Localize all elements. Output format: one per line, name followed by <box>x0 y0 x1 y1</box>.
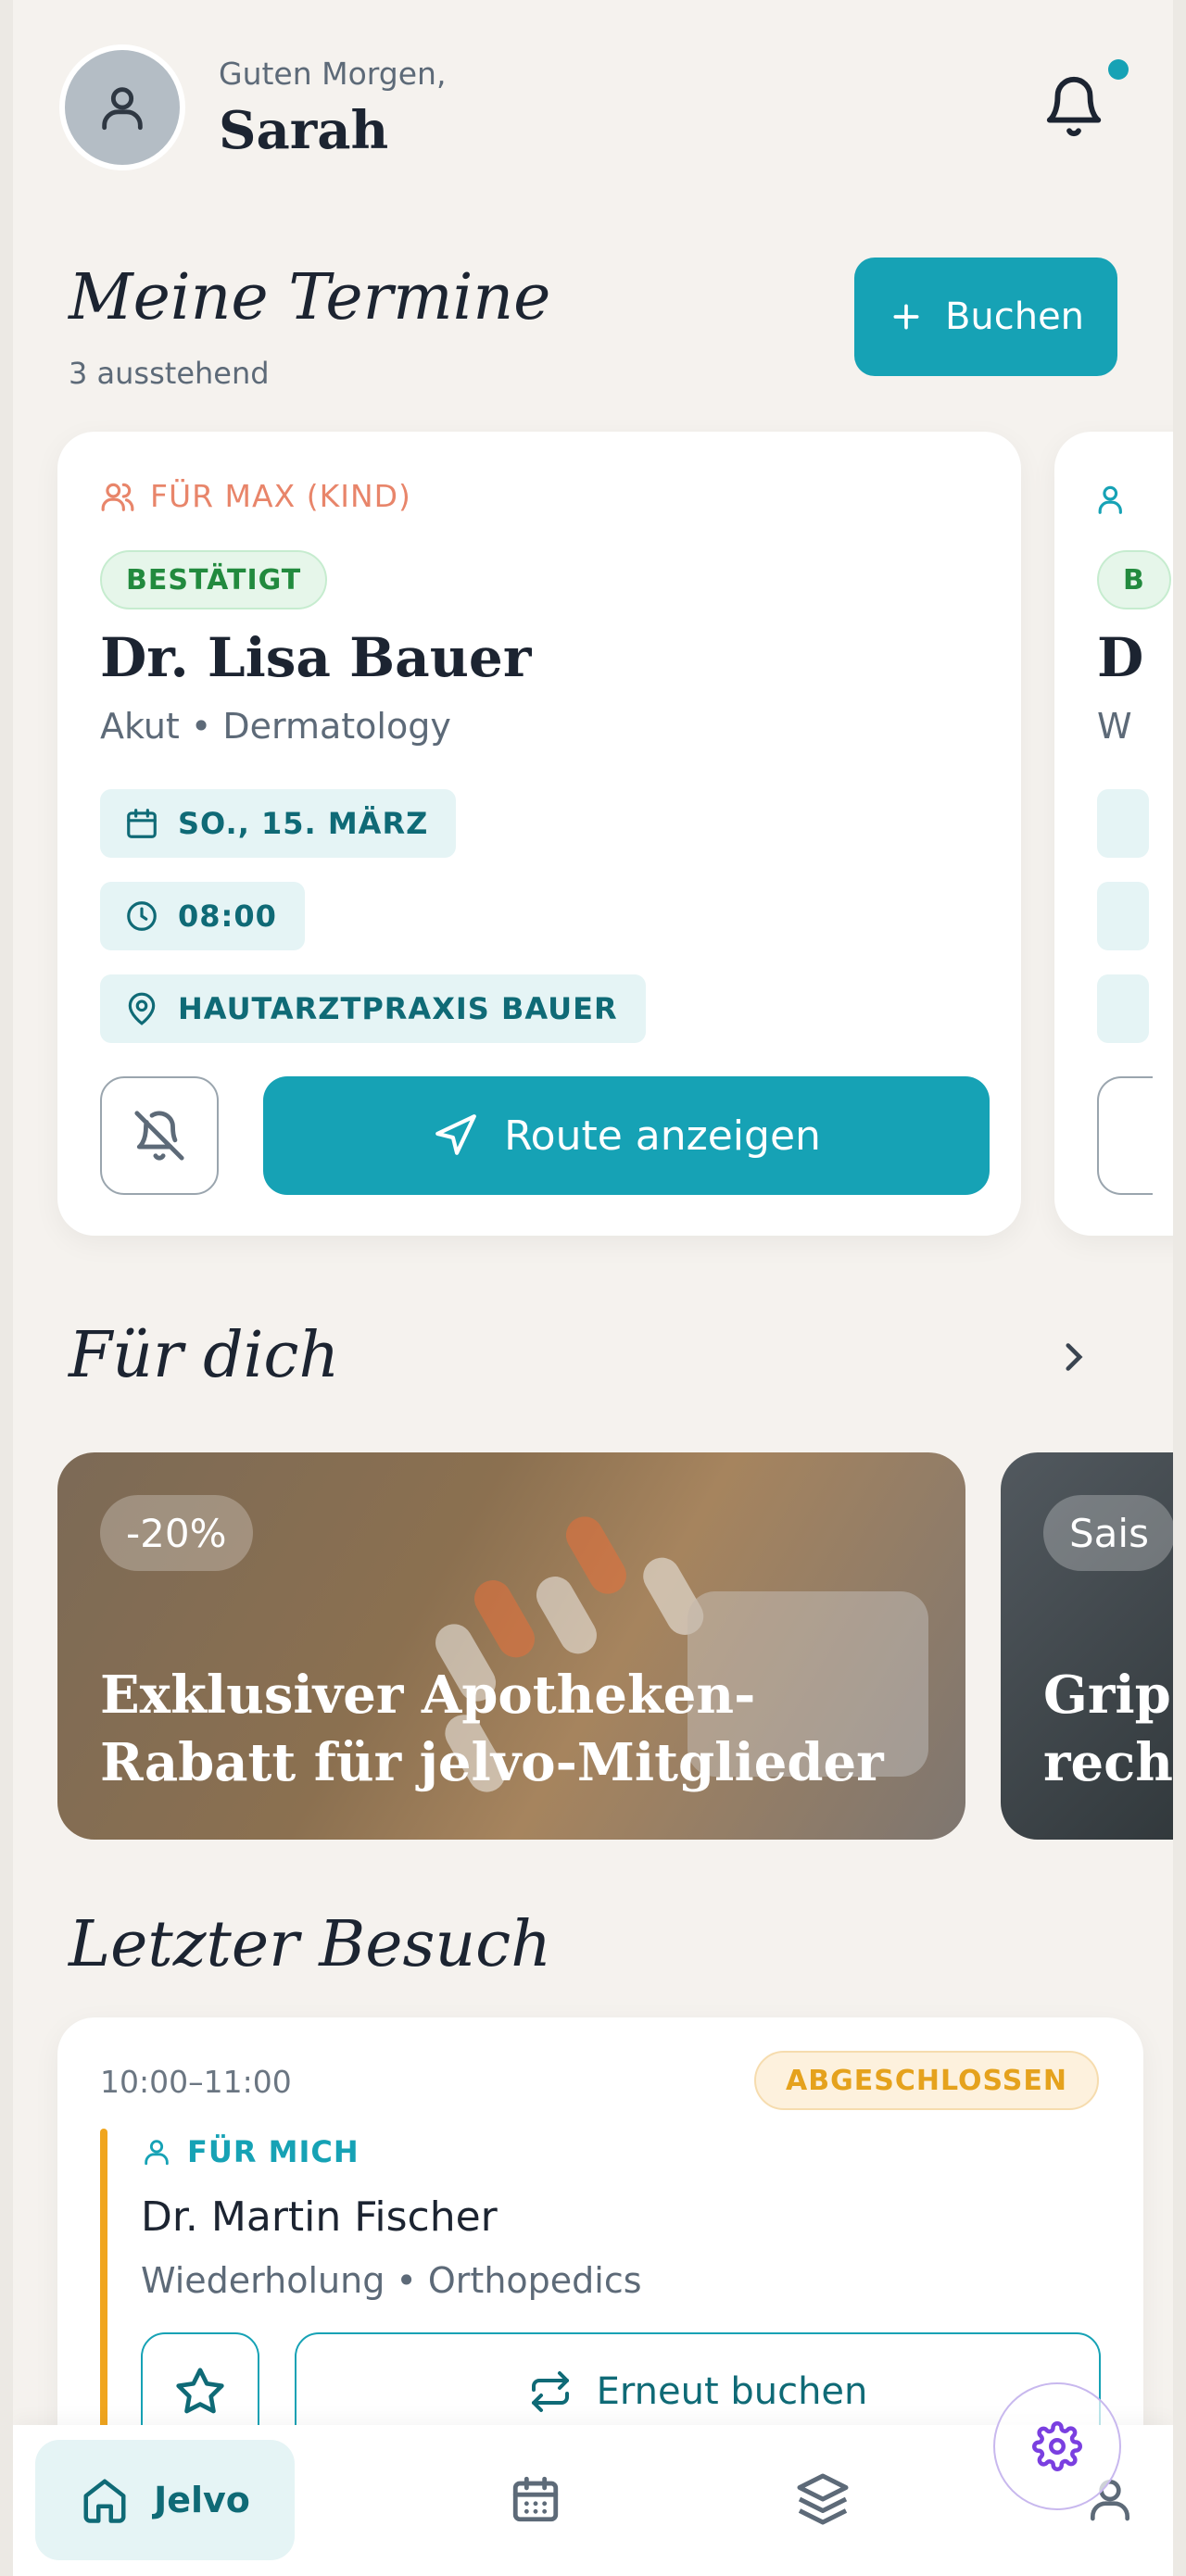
for-you-title: Für dich <box>69 1319 340 1392</box>
appointments-pending: 3 ausstehend <box>69 356 270 391</box>
appointment-card[interactable]: FÜR MAX (KIND) BESTÄTIGT Dr. Lisa Bauer … <box>57 432 1021 1236</box>
avatar[interactable] <box>59 44 185 170</box>
book-button-label: Buchen <box>944 295 1085 338</box>
layers-icon <box>797 2473 849 2525</box>
star-icon <box>176 2368 224 2414</box>
greeting: Guten Morgen, <box>219 56 447 92</box>
promo-badge: Sais <box>1043 1495 1173 1571</box>
bell-off-icon <box>134 1111 184 1161</box>
user-name: Sarah <box>219 100 389 161</box>
status-badge: B <box>1097 550 1171 609</box>
appointment-card-next[interactable]: B D W <box>1054 432 1173 1236</box>
date-label: SO., 15. MÄRZ <box>178 806 429 841</box>
visit-time: 10:00–11:00 <box>100 2064 292 2100</box>
doctor-name: D <box>1097 626 1144 689</box>
app-screen: Guten Morgen, Sarah Meine Termine 3 auss… <box>13 0 1173 2576</box>
calendar-icon <box>127 809 157 838</box>
calendar-icon <box>512 2476 559 2522</box>
location-chip <box>1097 974 1149 1043</box>
promo-card[interactable]: Sais Grip rech <box>1001 1452 1173 1840</box>
doctor-specialty: W <box>1097 706 1132 747</box>
map-pin-icon <box>128 992 156 1025</box>
time-chip <box>1097 882 1149 950</box>
nav-home[interactable]: Jelvo <box>35 2440 295 2560</box>
time-chip: 08:00 <box>100 882 305 950</box>
appointment-patient: FÜR MAX (KIND) <box>100 478 411 514</box>
user-icon <box>145 2140 169 2166</box>
location-label: HAUTARZTPRAXIS BAUER <box>178 991 618 1026</box>
promo-badge: -20% <box>100 1495 253 1571</box>
clock-icon <box>127 901 157 931</box>
user-icon <box>102 87 143 131</box>
home-icon <box>83 2479 126 2523</box>
mute-reminder-button[interactable] <box>100 1076 219 1195</box>
promo-title: Grip rech <box>1043 1665 1173 1794</box>
location-chip: HAUTARZTPRAXIS BAUER <box>100 974 646 1043</box>
time-label: 08:00 <box>178 898 277 934</box>
chevron-right-icon <box>1066 1343 1083 1371</box>
for-you-more-button[interactable] <box>1051 1334 1097 1384</box>
notifications-button[interactable] <box>1041 74 1106 139</box>
doctor-specialty: Akut • Dermatology <box>100 706 451 747</box>
show-route-label: Route anzeigen <box>504 1112 821 1160</box>
nav-calendar[interactable] <box>498 2462 573 2536</box>
settings-fab[interactable] <box>993 2382 1121 2510</box>
doctor-name: Dr. Lisa Bauer <box>100 626 532 689</box>
users-icon <box>101 483 134 511</box>
plus-icon <box>893 304 919 330</box>
nav-home-label: Jelvo <box>154 2480 250 2520</box>
promo-title: Exklusiver Apotheken-Rabatt für jelvo-Mi… <box>100 1665 884 1794</box>
date-chip: SO., 15. MÄRZ <box>100 789 457 858</box>
users-icon <box>1097 482 1132 521</box>
show-route-button[interactable]: Route anzeigen <box>263 1076 990 1195</box>
notification-dot <box>1108 59 1129 80</box>
appointment-patient-label: FÜR MAX (KIND) <box>150 478 411 514</box>
doctor-name: Dr. Martin Fischer <box>141 2193 498 2241</box>
status-badge: BESTÄTIGT <box>100 550 328 609</box>
status-badge: ABGESCHLOSSEN <box>754 2051 1099 2110</box>
nav-layers[interactable] <box>786 2462 860 2536</box>
doctor-specialty: Wiederholung • Orthopedics <box>141 2260 642 2301</box>
book-button[interactable]: Buchen <box>854 258 1117 376</box>
rebook-label: Erneut buchen <box>596 2370 868 2413</box>
bell-icon <box>1046 76 1102 137</box>
visit-patient-label: FÜR MICH <box>187 2134 360 2169</box>
appointments-title: Meine Termine <box>69 261 551 334</box>
date-chip <box>1097 789 1149 858</box>
visit-patient: FÜR MICH <box>141 2134 360 2169</box>
gear-icon <box>1032 2421 1082 2471</box>
mute-reminder-button[interactable] <box>1097 1076 1153 1195</box>
promo-card[interactable]: -20% Exklusiver Apotheken-Rabatt für jel… <box>57 1452 965 1840</box>
navigation-icon <box>435 1114 476 1155</box>
last-visit-title: Letzter Besuch <box>69 1908 552 1981</box>
repeat-icon <box>531 2371 569 2412</box>
